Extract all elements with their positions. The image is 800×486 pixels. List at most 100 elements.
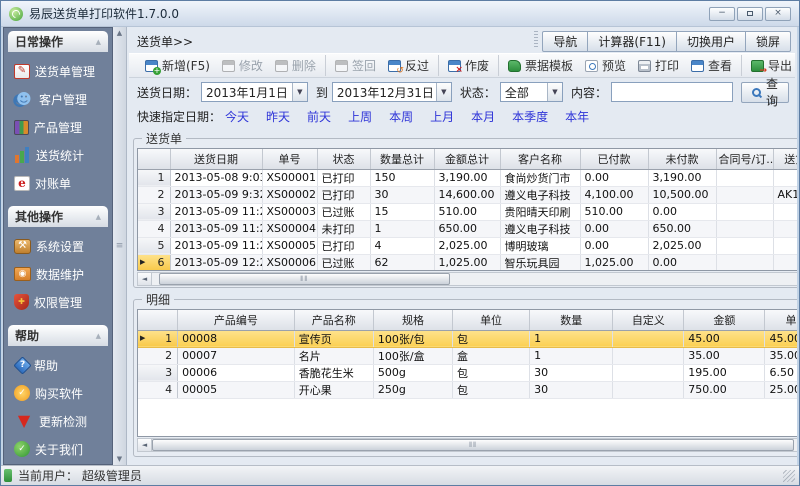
column-header[interactable]: 单... [765,310,797,330]
sidebar-section-help-header[interactable]: 帮助 ▲ [8,325,108,346]
collapse-icon[interactable]: ▲ [96,213,101,221]
sidebar-item-data-maintenance[interactable]: ◉ 数据维护 [14,260,108,288]
collapse-icon[interactable]: ▲ [96,332,101,340]
topbar-button[interactable]: 计算器(F11) [587,31,677,52]
column-header[interactable]: 送货日期 [170,149,262,169]
details-hscrollbar[interactable]: ◄ ⦀⦀ ► [137,438,797,452]
column-header[interactable]: 单位 [453,310,530,330]
minimize-button[interactable]: − [709,7,735,21]
column-header[interactable]: 合同号/订... [716,149,773,169]
column-header[interactable]: 送货... [773,149,797,169]
column-header[interactable]: 规格 [373,310,452,330]
toolbar-button[interactable]: 打印 [632,55,685,76]
date-from-input[interactable]: 2013年1月1日 ▼ [201,82,308,102]
column-header[interactable]: 单号 [262,149,317,169]
column-header[interactable]: 产品名称 [294,310,373,330]
status-select[interactable]: 全部 ▼ [500,82,563,102]
resize-grip-icon[interactable] [783,470,795,482]
scroll-up-icon[interactable]: ▲ [117,29,122,37]
detail-row[interactable]: 2 00007 名片 100张/盒 盒 1 35.00 35.00 [138,347,797,364]
topbar-button[interactable]: 锁屏 [745,31,791,52]
column-header[interactable]: 客户名称 [500,149,580,169]
toolbar-button[interactable]: 修改 [216,55,269,76]
content-input[interactable] [611,82,733,102]
date-to-input[interactable]: 2013年12月31日 ▼ [332,82,452,102]
scroll-left-icon[interactable]: ◄ [138,439,152,451]
sidebar-item-system-settings[interactable]: ⚒ 系统设置 [14,232,108,260]
detail-row[interactable]: 4 00005 开心果 250g 包 30 750.00 25.00 [138,381,797,398]
order-row[interactable]: 5 2013-05-09 11:29 XS00005 已打印 4 2,025.0… [138,237,797,254]
sidebar-section-daily-header[interactable]: 日常操作 ▲ [8,31,108,52]
sidebar-item-delivery-manage[interactable]: ✎ 送货单管理 [14,57,108,85]
quick-date-link[interactable]: 本周 [389,108,413,125]
order-row[interactable]: 1 2013-05-08 9:03 XS00001 已打印 150 3,190.… [138,169,797,186]
toolbar-button[interactable]: 预览 [579,55,632,76]
quick-date-link[interactable]: 前天 [307,108,331,125]
column-header[interactable]: 已付款 [580,149,648,169]
sidebar-item-buy-software[interactable]: ✓ 购买软件 [14,379,108,407]
toolbar-button[interactable]: 导出 [741,55,797,76]
column-header[interactable]: 金额 [684,310,765,330]
quick-date-link[interactable]: 上月 [430,108,454,125]
quick-date-link[interactable]: 本年 [565,108,589,125]
topbar-button[interactable]: 导航 [542,31,588,52]
toolbar-button[interactable]: 反过 [382,55,435,76]
sidebar-item-delivery-stats[interactable]: 送货统计 [14,141,108,169]
sidebar-item-about-us[interactable]: ✓ 关于我们 [14,435,108,463]
column-header[interactable]: 数量 [530,310,613,330]
scroll-down-icon[interactable]: ▼ [117,455,122,463]
order-row[interactable]: 3 2013-05-09 11:24 XS00003 已过账 15 510.00… [138,203,797,220]
column-header[interactable]: 产品编号 [178,310,295,330]
sidebar-item-help[interactable]: ? 帮助 [14,351,108,379]
sidebar-section-other-header[interactable]: 其他操作 ▲ [8,206,108,227]
topbar-button[interactable]: 切换用户 [676,31,746,52]
maximize-button[interactable] [737,7,763,21]
collapse-icon[interactable]: ▲ [96,38,101,46]
row-number-cell: 3 [138,203,170,220]
sidebar-item-update-check[interactable]: ▼ 更新检测 [14,407,108,435]
orders-hscrollbar[interactable]: ◄ ⦀⦀ ► [137,272,797,286]
column-header[interactable]: 未付款 [648,149,716,169]
sidebar-item-customer-manage[interactable]: ☻ 客户管理 [14,85,108,113]
search-button[interactable]: 查询 [741,82,789,103]
detail-row[interactable]: 3 00006 香脆花生米 500g 包 30 195.00 6.50 [138,364,797,381]
quick-date-link[interactable]: 今天 [225,108,249,125]
quick-date-link[interactable]: 本季度 [512,108,548,125]
toolbar-button[interactable]: 作废 [438,55,495,76]
column-header[interactable]: 金额总计 [434,149,500,169]
scroll-thumb[interactable]: ⦀⦀ [159,273,451,285]
detail-row[interactable]: 1 00008 宣传页 100张/包 包 1 45.00 45.00 [138,330,797,347]
scroll-thumb[interactable]: ⦀⦀ [152,439,794,451]
toolbar: 新增(F5) 修改 删除 签回 反过 作 [129,53,795,78]
toolbar-button[interactable]: 新增(F5) [139,55,216,76]
dropdown-arrow-icon[interactable]: ▼ [436,83,451,101]
dropdown-arrow-icon[interactable]: ▼ [292,83,307,101]
scroll-left-icon[interactable]: ◄ [138,273,152,285]
order-row[interactable]: 4 2013-05-09 11:27 XS00004 未打印 1 650.00 … [138,220,797,237]
order-row[interactable]: 6 2013-05-09 12:23 XS00006 已过账 62 1,025.… [138,254,797,271]
cell-date: 2013-05-09 11:27 [170,220,262,237]
maximize-icon [747,11,753,16]
sidebar-item-permission-manage[interactable]: ✚ 权限管理 [14,288,108,316]
quick-date-link[interactable]: 本月 [471,108,495,125]
sidebar-item-product-manage[interactable]: 产品管理 [14,113,108,141]
toolbar-button[interactable]: 删除 [269,55,322,76]
toolbar-button[interactable]: 票据模板 [498,55,579,76]
view-icon [691,60,704,72]
order-row[interactable]: 2 2013-05-09 9:32 XS00002 已打印 30 14,600.… [138,186,797,203]
permissions-icon: ✚ [14,294,29,310]
quick-date-link[interactable]: 昨天 [266,108,290,125]
sidebar-scrollbar[interactable]: ▲ ≡ ▼ [113,27,127,465]
sidebar-section-other: 其他操作 ▲ ⚒ 系统设置 ◉ 数据维护 ✚ 权限管理 [8,206,108,319]
sidebar-item-statement[interactable]: e 对账单 [14,169,108,197]
quick-date-link[interactable]: 上周 [348,108,372,125]
cell-date: 2013-05-09 11:24 [170,203,262,220]
column-header[interactable]: 自定义 [613,310,684,330]
dropdown-arrow-icon[interactable]: ▼ [547,83,562,101]
column-header[interactable]: 状态 [317,149,370,169]
toolbar-button[interactable]: 查看 [685,55,738,76]
close-button[interactable]: × [765,7,791,21]
toolbar-button[interactable]: 签回 [325,55,382,76]
splitter-grip-icon[interactable]: ≡ [116,241,124,251]
column-header[interactable]: 数量总计 [370,149,434,169]
